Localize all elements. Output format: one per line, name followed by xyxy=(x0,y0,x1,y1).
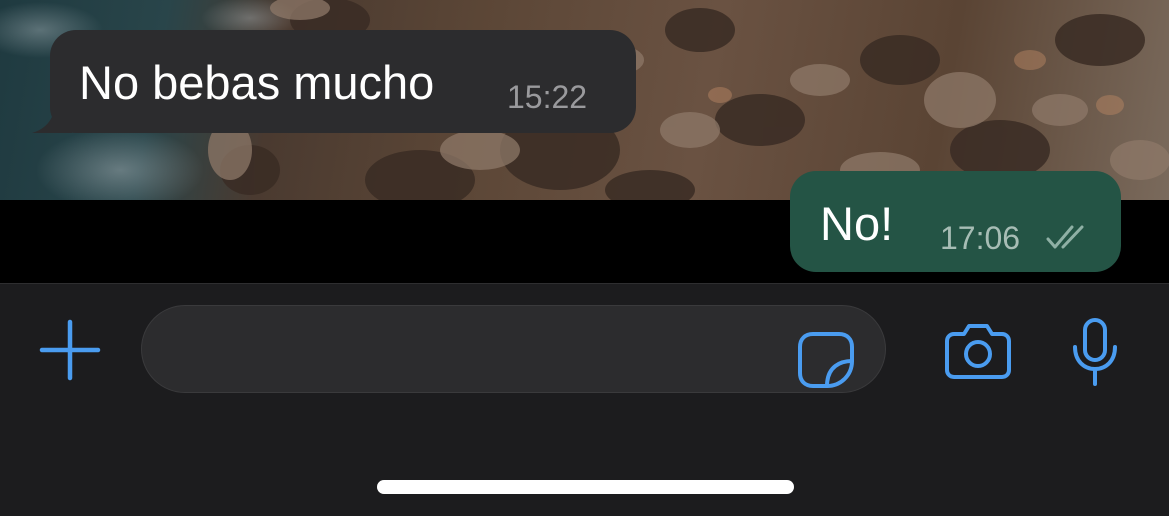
double-check-icon xyxy=(1046,225,1084,249)
message-input[interactable] xyxy=(141,305,886,393)
bubble-tail xyxy=(32,103,72,133)
sticker-icon[interactable] xyxy=(797,331,855,389)
message-text: No bebas mucho xyxy=(79,56,435,109)
message-list[interactable]: No bebas mucho 15:22 No! 17:06 xyxy=(0,0,1169,283)
message-timestamp: 17:06 xyxy=(940,220,1021,256)
home-indicator[interactable] xyxy=(377,480,794,494)
chat-screen: No bebas mucho 15:22 No! 17:06 xyxy=(0,0,1169,516)
plus-icon[interactable] xyxy=(39,319,101,381)
microphone-icon[interactable] xyxy=(1070,317,1120,387)
message-text: No! xyxy=(820,197,894,250)
outgoing-message-bubble[interactable]: No! 17:06 xyxy=(790,171,1121,272)
camera-icon[interactable] xyxy=(944,322,1012,380)
message-timestamp: 15:22 xyxy=(507,79,588,115)
message-composer xyxy=(0,283,1169,516)
incoming-message-bubble[interactable]: No bebas mucho 15:22 xyxy=(32,30,636,133)
